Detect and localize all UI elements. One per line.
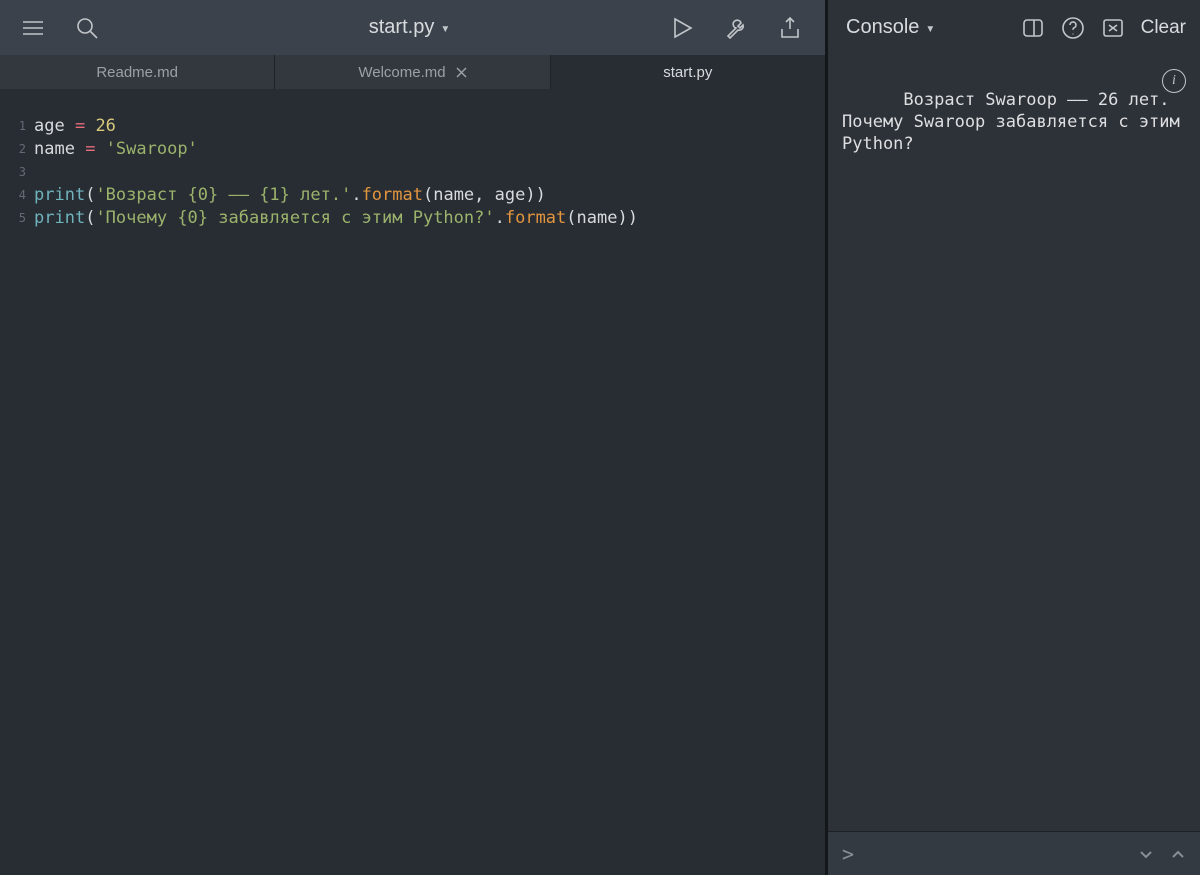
- line-number: 4: [0, 184, 26, 207]
- clear-button[interactable]: Clear: [1141, 17, 1186, 39]
- panel-layout-icon[interactable]: [1021, 16, 1045, 40]
- menu-icon[interactable]: [20, 15, 46, 41]
- code-line[interactable]: name = 'Swaroop': [34, 138, 825, 161]
- line-number: 1: [0, 115, 26, 138]
- console-prompt: >: [842, 842, 854, 866]
- line-number: 3: [0, 161, 26, 184]
- close-icon[interactable]: [456, 67, 467, 78]
- console-title-label: Console: [846, 16, 919, 39]
- code-line[interactable]: print('Почему {0} забавляется с этим Pyt…: [34, 207, 825, 230]
- file-title-label: start.py: [369, 16, 435, 39]
- run-icon[interactable]: [669, 15, 695, 41]
- tab-start-py[interactable]: start.py: [551, 55, 825, 89]
- tab-welcome-md[interactable]: Welcome.md: [275, 55, 550, 89]
- history-down-icon[interactable]: [1138, 846, 1154, 862]
- code-line[interactable]: print('Возраст {0} –– {1} лет.'.format(n…: [34, 184, 825, 207]
- code-line[interactable]: [34, 161, 825, 184]
- tab-label: Readme.md: [96, 64, 178, 81]
- tools-icon[interactable]: [723, 15, 749, 41]
- tab-bar: Readme.md Welcome.md start.py: [0, 55, 825, 89]
- console-output-text: Возраст Swaroop –– 26 лет. Почему Swaroo…: [842, 90, 1190, 154]
- console-toolbar: Console ▼ Clear: [828, 0, 1200, 55]
- line-number: 5: [0, 207, 26, 230]
- console-input-bar: >: [828, 831, 1200, 875]
- editor-toolbar: start.py ▼: [0, 0, 825, 55]
- export-icon[interactable]: [777, 15, 803, 41]
- tab-label: start.py: [663, 64, 712, 81]
- help-icon[interactable]: [1061, 16, 1085, 40]
- file-title[interactable]: start.py ▼: [150, 16, 669, 39]
- clear-output-icon[interactable]: [1101, 16, 1125, 40]
- console-input[interactable]: [862, 844, 1130, 863]
- code-editor[interactable]: 12345 age = 26name = 'Swaroop' print('Во…: [0, 89, 825, 875]
- code-content[interactable]: age = 26name = 'Swaroop' print('Возраст …: [34, 115, 825, 875]
- tab-label: Welcome.md: [358, 64, 445, 81]
- line-number-gutter: 12345: [0, 115, 34, 875]
- history-up-icon[interactable]: [1170, 846, 1186, 862]
- line-number: 2: [0, 138, 26, 161]
- code-line[interactable]: age = 26: [34, 115, 825, 138]
- search-icon[interactable]: [74, 15, 100, 41]
- console-output: Возраст Swaroop –– 26 лет. Почему Swaroo…: [828, 55, 1200, 831]
- chevron-down-icon: ▼: [440, 21, 450, 35]
- chevron-down-icon: ▼: [925, 21, 935, 35]
- tab-readme-md[interactable]: Readme.md: [0, 55, 275, 89]
- info-icon[interactable]: i: [1162, 69, 1186, 93]
- console-title[interactable]: Console ▼: [846, 16, 935, 39]
